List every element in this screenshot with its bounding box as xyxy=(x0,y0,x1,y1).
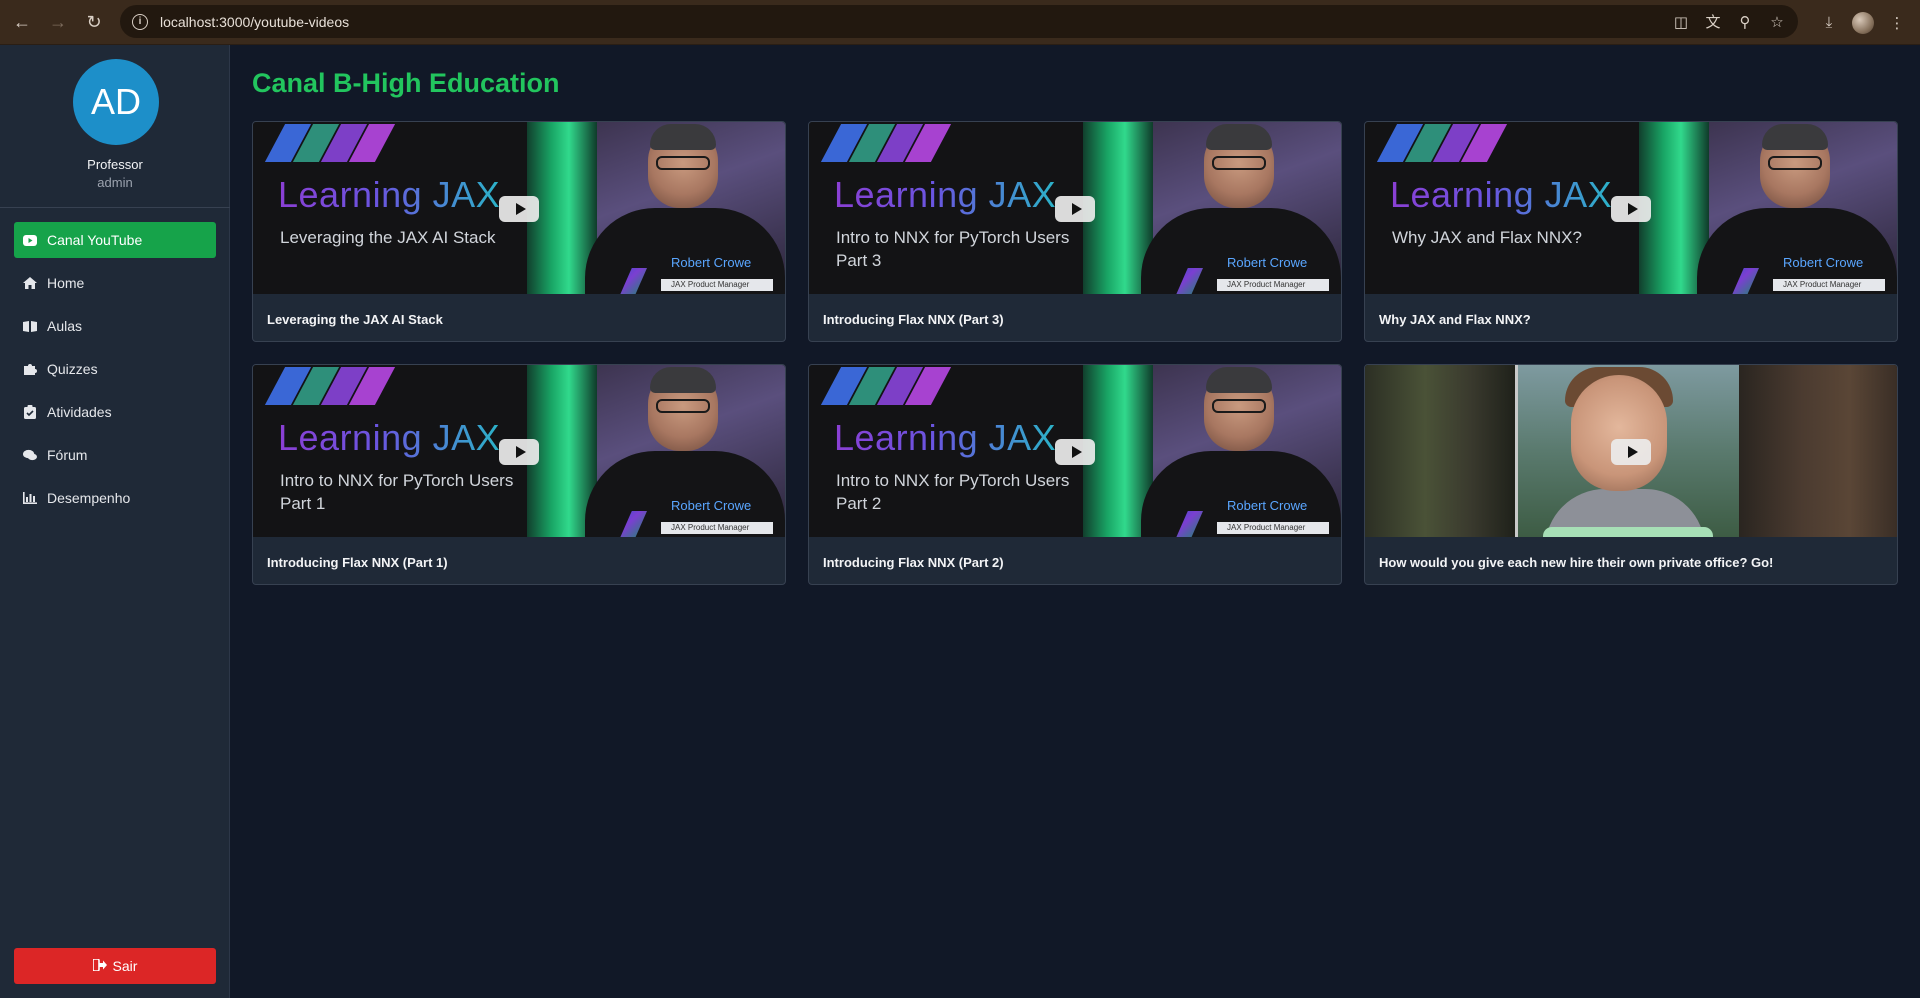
play-icon[interactable] xyxy=(499,439,539,465)
video-title[interactable]: Leveraging the JAX AI Stack xyxy=(267,312,443,327)
thumb-presenter-role: JAX Product Manager xyxy=(1217,522,1329,534)
video-thumbnail[interactable]: Learning JAX Intro to NNX for PyTorch Us… xyxy=(809,122,1341,294)
video-title[interactable]: Introducing Flax NNX (Part 2) xyxy=(823,555,1004,570)
zoom-icon[interactable]: ⚲ xyxy=(1736,13,1754,31)
clipboard-icon xyxy=(23,405,37,419)
video-thumbnail[interactable]: Learning JAX Intro to NNX for PyTorch Us… xyxy=(253,365,785,537)
menu-kebab-icon[interactable]: ⋮ xyxy=(1888,14,1906,32)
translate-icon[interactable]: 文 xyxy=(1704,13,1722,31)
video-card[interactable]: Learning JAX Intro to NNX for PyTorch Us… xyxy=(252,364,786,585)
play-icon[interactable] xyxy=(1611,196,1651,222)
browser-toolbar: ← → ↻ i localhost:3000/youtube-videos ◫ … xyxy=(0,0,1920,45)
thumb-presenter-role: JAX Product Manager xyxy=(661,522,773,534)
play-icon[interactable] xyxy=(1055,439,1095,465)
main-content: Canal B-High Education Learning JAX Leve… xyxy=(231,45,1920,998)
video-card[interactable]: Learning JAX Leveraging the JAX AI Stack… xyxy=(252,121,786,342)
video-title[interactable]: Introducing Flax NNX (Part 3) xyxy=(823,312,1004,327)
sidebar-item-quizzes[interactable]: Quizzes xyxy=(14,351,216,387)
sidebar-nav: Canal YouTube Home Aulas Quizzes Ativida… xyxy=(14,222,216,523)
puzzle-icon xyxy=(23,362,37,376)
book-icon xyxy=(23,319,37,333)
sidebar-item-label: Atividades xyxy=(47,404,112,420)
forward-arrow-icon[interactable]: → xyxy=(40,4,76,40)
home-icon xyxy=(23,276,37,290)
thumb-subtitle: Why JAX and Flax NNX? xyxy=(1392,228,1582,247)
play-icon[interactable] xyxy=(1611,439,1651,465)
video-thumbnail[interactable]: Learning JAX Why JAX and Flax NNX? Rober… xyxy=(1365,122,1897,294)
thumb-presenter-role: JAX Product Manager xyxy=(1773,279,1885,291)
video-title[interactable]: How would you give each new hire their o… xyxy=(1379,555,1773,570)
sidebar-item-label: Canal YouTube xyxy=(47,232,143,248)
sidebar-divider xyxy=(0,207,230,208)
reload-icon[interactable]: ↻ xyxy=(76,4,112,40)
page-title: Canal B-High Education xyxy=(252,68,560,98)
jax-logo-icon xyxy=(1376,124,1508,162)
thumb-presenter: Robert Crowe xyxy=(671,255,752,270)
sidebar-item-desempenho[interactable]: Desempenho xyxy=(14,480,216,516)
video-card[interactable]: Learning JAX Intro to NNX for PyTorch Us… xyxy=(808,364,1342,585)
thumb-subtitle: Intro to NNX for PyTorch Users Part 3 xyxy=(836,228,1070,270)
site-info-icon[interactable]: i xyxy=(132,13,148,30)
jax-logo-icon xyxy=(820,367,952,405)
logout-label: Sair xyxy=(112,958,138,974)
sidebar: AD Professor admin Canal YouTube Home Au… xyxy=(0,45,230,998)
sign-out-icon xyxy=(91,958,107,974)
video-card[interactable]: Learning JAX Intro to NNX for PyTorch Us… xyxy=(808,121,1342,342)
video-card[interactable]: How would you give each new hire their o… xyxy=(1364,364,1898,585)
bookmark-star-icon[interactable]: ☆ xyxy=(1768,13,1786,31)
thumb-presenter: Robert Crowe xyxy=(671,498,752,513)
sidebar-item-label: Fórum xyxy=(47,447,88,463)
thumb-subtitle: Intro to NNX for PyTorch Users Part 1 xyxy=(280,471,514,513)
comments-icon xyxy=(23,448,37,462)
sidebar-item-aulas[interactable]: Aulas xyxy=(14,308,216,344)
sidebar-item-label: Quizzes xyxy=(47,361,98,377)
thumb-presenter: Robert Crowe xyxy=(1783,255,1864,270)
chart-icon xyxy=(23,491,37,505)
sidebar-item-atividades[interactable]: Atividades xyxy=(14,394,216,430)
jax-logo-icon xyxy=(264,367,396,405)
thumb-presenter-role: JAX Product Manager xyxy=(661,279,773,291)
thumb-heading: Learning JAX xyxy=(278,174,501,215)
video-grid: Learning JAX Leveraging the JAX AI Stack… xyxy=(252,121,1898,585)
video-card[interactable]: Learning JAX Why JAX and Flax NNX? Rober… xyxy=(1364,121,1898,342)
sidebar-item-forum[interactable]: Fórum xyxy=(14,437,216,473)
user-name: Professor xyxy=(87,157,143,172)
profile-avatar-icon[interactable] xyxy=(1852,11,1874,34)
thumb-subtitle: Intro to NNX for PyTorch Users Part 2 xyxy=(836,471,1070,513)
presenter-face xyxy=(1571,375,1667,491)
thumb-presenter: Robert Crowe xyxy=(1227,498,1308,513)
download-icon[interactable]: ⤓ xyxy=(1820,14,1838,32)
logout-button[interactable]: Sair xyxy=(14,948,216,984)
url-text[interactable]: localhost:3000/youtube-videos xyxy=(160,14,349,30)
video-thumbnail[interactable] xyxy=(1365,365,1897,537)
thumb-heading: Learning JAX xyxy=(278,417,501,458)
play-icon[interactable] xyxy=(499,196,539,222)
thumb-heading: Learning JAX xyxy=(834,417,1057,458)
thumb-presenter-role: JAX Product Manager xyxy=(1217,279,1329,291)
avatar: AD xyxy=(73,59,159,145)
thumb-heading: Learning JAX xyxy=(1390,174,1613,215)
thumb-presenter: Robert Crowe xyxy=(1227,255,1308,270)
video-thumbnail[interactable]: Learning JAX Intro to NNX for PyTorch Us… xyxy=(809,365,1341,537)
sidebar-item-label: Aulas xyxy=(47,318,83,334)
thumb-heading: Learning JAX xyxy=(834,174,1057,215)
video-title[interactable]: Why JAX and Flax NNX? xyxy=(1379,312,1531,327)
back-arrow-icon[interactable]: ← xyxy=(4,4,40,40)
install-app-icon[interactable]: ◫ xyxy=(1672,13,1690,31)
address-bar[interactable]: i localhost:3000/youtube-videos ◫ 文 ⚲ ☆ xyxy=(120,5,1798,38)
youtube-icon xyxy=(23,233,37,247)
sidebar-item-canal-youtube[interactable]: Canal YouTube xyxy=(14,222,216,258)
sidebar-item-label: Desempenho xyxy=(47,490,131,506)
sidebar-item-home[interactable]: Home xyxy=(14,265,216,301)
video-thumbnail[interactable]: Learning JAX Leveraging the JAX AI Stack… xyxy=(253,122,785,294)
play-icon[interactable] xyxy=(1055,196,1095,222)
sidebar-item-label: Home xyxy=(47,275,85,291)
thumb-subtitle: Leveraging the JAX AI Stack xyxy=(280,228,496,247)
user-role: admin xyxy=(97,175,133,190)
jax-logo-icon xyxy=(820,124,952,162)
video-title[interactable]: Introducing Flax NNX (Part 1) xyxy=(267,555,448,570)
jax-logo-icon xyxy=(264,124,396,162)
